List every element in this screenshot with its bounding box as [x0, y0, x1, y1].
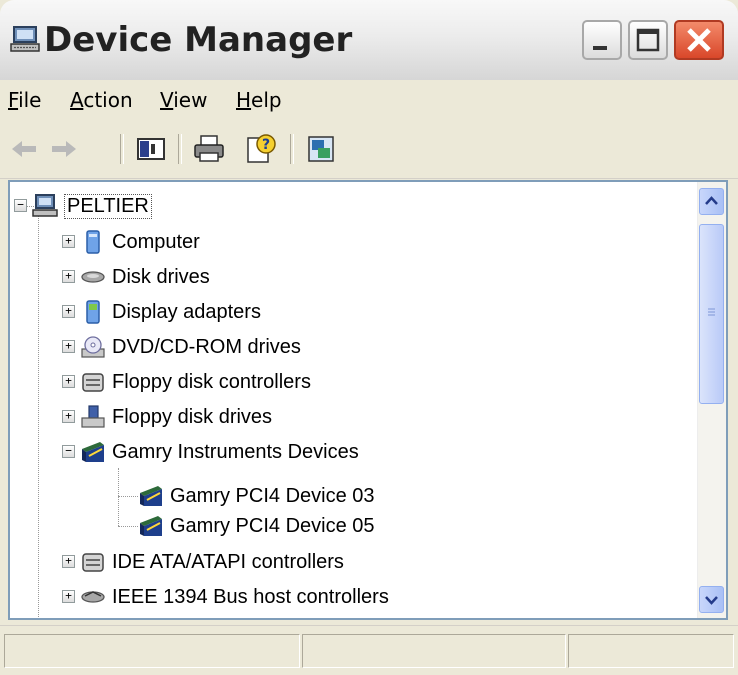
status-panel: [568, 634, 734, 668]
toolbar-separator: [178, 134, 182, 164]
toolbar-separator: [120, 134, 124, 164]
tree-connector: [118, 468, 119, 526]
tree-item-computer[interactable]: Computer: [80, 227, 200, 257]
tree-connector: [118, 526, 138, 527]
chevron-down-icon: [705, 596, 718, 605]
status-bar: [0, 625, 738, 675]
title-bar[interactable]: Device Manager: [0, 0, 738, 80]
tree-item-dvd-cd-rom-drives[interactable]: DVD/CD-ROM drives: [80, 332, 301, 362]
computer-icon: [86, 230, 100, 254]
properties-icon[interactable]: [304, 132, 338, 166]
tree-item-label: Gamry Instruments Devices: [112, 440, 359, 463]
status-panel: [4, 634, 300, 668]
controller-icon: [82, 553, 104, 572]
menu-bar: File Action View Help: [0, 80, 738, 123]
expand-toggle[interactable]: +: [62, 590, 75, 603]
tree-item-label: Gamry PCI4 Device 05: [170, 514, 375, 537]
tree-item-display-adapters[interactable]: Display adapters: [80, 297, 261, 327]
maximize-icon: [636, 28, 660, 52]
expand-toggle[interactable]: +: [62, 555, 75, 568]
minimize-button[interactable]: [582, 20, 622, 60]
tree-root-label: PELTIER: [64, 193, 152, 219]
tree-item-ide-ata-atapi-controllers[interactable]: IDE ATA/ATAPI controllers: [80, 547, 344, 577]
tree-item-disk-drives[interactable]: Disk drives: [80, 262, 210, 292]
tree-connector: [38, 208, 39, 618]
tree-item-label: Floppy disk controllers: [112, 370, 311, 393]
show-hide-console-tree-icon[interactable]: [134, 132, 168, 166]
collapse-toggle[interactable]: −: [62, 445, 75, 458]
menu-file[interactable]: File: [8, 88, 41, 112]
tree-item-label: IEEE 1394 Bus host controllers: [112, 585, 389, 608]
tree-item-floppy-disk-controllers[interactable]: Floppy disk controllers: [80, 367, 311, 397]
menu-view[interactable]: View: [160, 88, 207, 112]
device-tree[interactable]: − PELTIER + Computer + Disk drives + Dis…: [8, 180, 728, 620]
collapse-toggle[interactable]: −: [14, 199, 27, 212]
tree-item-label: Disk drives: [112, 265, 210, 288]
expand-toggle[interactable]: +: [62, 235, 75, 248]
tree-root-peltier[interactable]: PELTIER: [32, 191, 152, 221]
scroll-up-button[interactable]: [699, 188, 724, 215]
back-arrow-icon[interactable]: [8, 132, 42, 166]
vertical-scrollbar[interactable]: [697, 182, 726, 618]
scroll-thumb[interactable]: [699, 224, 724, 404]
tree-item-gamry-pci4-device-05[interactable]: Gamry PCI4 Device 05: [138, 511, 375, 541]
svg-text:?: ?: [262, 137, 270, 153]
expand-toggle[interactable]: +: [62, 375, 75, 388]
close-button[interactable]: [674, 20, 724, 60]
tree-item-gamry-instruments-devices[interactable]: Gamry Instruments Devices: [80, 437, 359, 467]
cdrom-icon: [81, 336, 105, 358]
grip-icon: [708, 308, 715, 316]
scroll-down-button[interactable]: [699, 586, 724, 613]
device-manager-icon: [10, 26, 40, 52]
print-icon[interactable]: [192, 132, 226, 166]
window-title: Device Manager: [44, 20, 353, 60]
minimize-icon: [593, 46, 607, 50]
gamry-device-icon: [140, 486, 162, 506]
controller-icon: [82, 373, 104, 392]
tree-item-gamry-pci4-device-03[interactable]: Gamry PCI4 Device 03: [138, 481, 375, 511]
disk-drive-icon: [81, 271, 105, 283]
tree-item-label: Computer: [112, 230, 200, 253]
tree-item-label: DVD/CD-ROM drives: [112, 335, 301, 358]
computer-root-icon: [32, 194, 58, 217]
ieee1394-icon: [81, 591, 105, 603]
tree-item-label: Gamry PCI4 Device 03: [170, 484, 375, 507]
tree-item-label: Floppy disk drives: [112, 405, 273, 428]
menu-action[interactable]: Action: [70, 88, 133, 112]
floppy-drive-icon: [81, 405, 105, 428]
display-adapter-icon: [86, 300, 100, 324]
menu-help[interactable]: Help: [236, 88, 282, 112]
expand-toggle[interactable]: +: [62, 305, 75, 318]
help-icon[interactable]: ?: [244, 132, 278, 166]
expand-toggle[interactable]: +: [62, 340, 75, 353]
tree-item-ieee-1394-bus-host-controllers[interactable]: IEEE 1394 Bus host controllers: [80, 582, 389, 612]
tree-item-label: Display adapters: [112, 300, 261, 323]
tree-connector: [118, 496, 138, 497]
tree-item-label: IDE ATA/ATAPI controllers: [112, 550, 344, 573]
status-panel: [302, 634, 566, 668]
expand-toggle[interactable]: +: [62, 410, 75, 423]
close-icon: [687, 28, 711, 52]
maximize-button[interactable]: [628, 20, 668, 60]
tree-item-floppy-disk-drives[interactable]: Floppy disk drives: [80, 402, 272, 432]
toolbar-separator: [290, 134, 294, 164]
chevron-up-icon: [705, 196, 718, 205]
toolbar: ?: [0, 122, 738, 179]
gamry-device-icon: [140, 516, 162, 536]
forward-arrow-icon[interactable]: [46, 132, 80, 166]
gamry-device-icon: [82, 442, 104, 462]
expand-toggle[interactable]: +: [62, 270, 75, 283]
device-manager-window: Device Manager File Action View Help ? −…: [0, 0, 738, 675]
